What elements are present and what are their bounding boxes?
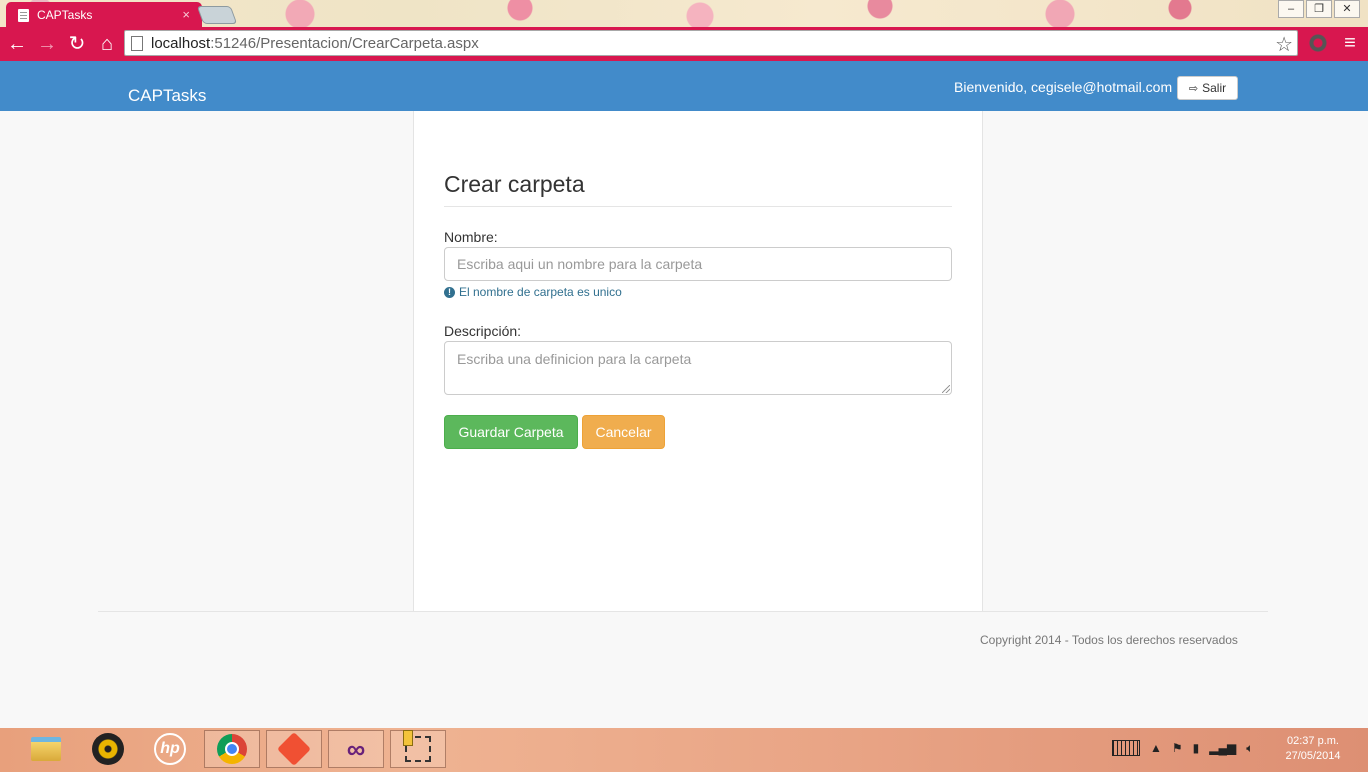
- taskbar-chrome[interactable]: [204, 730, 260, 768]
- resize-handle-icon[interactable]: [942, 385, 950, 393]
- title-divider: [444, 206, 952, 207]
- reload-icon[interactable]: ↻: [64, 31, 90, 57]
- description-wrapper: [444, 341, 952, 395]
- volume-icon[interactable]: 🔈︎: [1246, 741, 1253, 756]
- welcome-text: Bienvenido, cegisele@hotmail.com: [954, 79, 1173, 95]
- description-label: Descripción:: [444, 323, 522, 339]
- chrome-icon: [217, 734, 247, 764]
- name-input[interactable]: [444, 247, 952, 281]
- info-icon: !: [444, 286, 455, 298]
- file-explorer-icon: [31, 737, 61, 761]
- app-brand[interactable]: CAPTasks: [128, 86, 206, 106]
- address-bar[interactable]: localhost :51246/Presentacion/CrearCarpe…: [124, 30, 1298, 56]
- keyboard-icon[interactable]: [1112, 740, 1140, 756]
- url-path: :51246/Presentacion/CrearCarpeta.aspx: [210, 34, 479, 52]
- taskbar-snipping-tool[interactable]: [390, 730, 446, 768]
- taskbar-clock[interactable]: 02:37 p.m. 27/05/2014: [1274, 734, 1352, 764]
- cancel-button[interactable]: Cancelar: [582, 415, 665, 449]
- footer-divider: [98, 611, 1268, 612]
- url-host: localhost: [151, 34, 211, 52]
- minimize-icon[interactable]: –: [1278, 0, 1304, 18]
- page-icon: [131, 35, 143, 51]
- description-textarea[interactable]: [444, 341, 952, 395]
- show-hidden-icons-icon[interactable]: ▲: [1150, 741, 1162, 755]
- forward-icon[interactable]: →: [34, 31, 60, 57]
- app-navbar: CAPTasks Bienvenido, cegisele@hotmail.co…: [0, 61, 1368, 111]
- browser-title-bar: CAPTasks × – ❐ ✕: [0, 0, 1368, 28]
- taskbar-hp[interactable]: hp: [142, 730, 198, 768]
- media-disc-icon: [92, 733, 124, 765]
- restore-icon[interactable]: ❐: [1306, 0, 1332, 18]
- home-icon[interactable]: ⌂: [94, 31, 120, 57]
- copyright-text: Copyright 2014 - Todos los derechos rese…: [980, 633, 1238, 647]
- action-center-flag-icon[interactable]: ⚑: [1172, 741, 1183, 755]
- system-tray: ▲ ⚑ ▮ ▂▄▆ 🔈︎: [1112, 740, 1253, 756]
- tab-title: CAPTasks: [37, 8, 93, 22]
- taskbar-media-player[interactable]: [80, 730, 136, 768]
- logout-label: Salir: [1202, 81, 1227, 95]
- clock-date: 27/05/2014: [1285, 750, 1341, 762]
- windows-taskbar: hp ∞ ▲ ⚑ ▮ ▂▄▆ 🔈︎ 02:37 p.m. 27/05/2014: [0, 728, 1368, 772]
- taskbar-explorer[interactable]: [18, 730, 74, 768]
- new-tab-button[interactable]: [196, 6, 238, 24]
- extension-icon[interactable]: [1308, 32, 1328, 54]
- bookmark-star-icon[interactable]: ☆: [1275, 32, 1293, 57]
- taskbar-git[interactable]: [266, 730, 322, 768]
- taskbar-visual-studio[interactable]: ∞: [328, 730, 384, 768]
- name-hint-text: El nombre de carpeta es unico: [459, 285, 622, 299]
- name-hint: ! El nombre de carpeta es unico: [444, 285, 622, 299]
- snipping-tool-icon: [403, 730, 431, 762]
- back-icon[interactable]: ←: [4, 31, 30, 57]
- logout-button[interactable]: ⇨ Salir: [1177, 76, 1238, 100]
- hp-logo-icon: hp: [154, 733, 186, 765]
- tab-close-icon[interactable]: ×: [182, 7, 190, 22]
- menu-icon[interactable]: ≡: [1340, 32, 1360, 54]
- name-label: Nombre:: [444, 229, 498, 245]
- window-controls: – ❐ ✕: [1278, 0, 1360, 18]
- git-icon: [277, 732, 311, 766]
- clock-time: 02:37 p.m.: [1287, 735, 1339, 747]
- browser-tab-active[interactable]: CAPTasks ×: [6, 2, 202, 28]
- page-title: Crear carpeta: [444, 171, 585, 197]
- power-icon[interactable]: ▮: [1193, 741, 1200, 755]
- network-signal-icon[interactable]: ▂▄▆: [1209, 741, 1236, 755]
- page-favicon-icon: [18, 8, 29, 22]
- close-window-icon[interactable]: ✕: [1334, 0, 1360, 18]
- save-folder-button[interactable]: Guardar Carpeta: [444, 415, 578, 449]
- visual-studio-icon: ∞: [346, 733, 366, 764]
- content-panel: Crear carpeta Nombre: ! El nombre de car…: [413, 111, 983, 611]
- logout-icon: ⇨: [1188, 82, 1199, 95]
- browser-toolbar: ← → ↻ ⌂ localhost :51246/Presentacion/Cr…: [0, 27, 1368, 61]
